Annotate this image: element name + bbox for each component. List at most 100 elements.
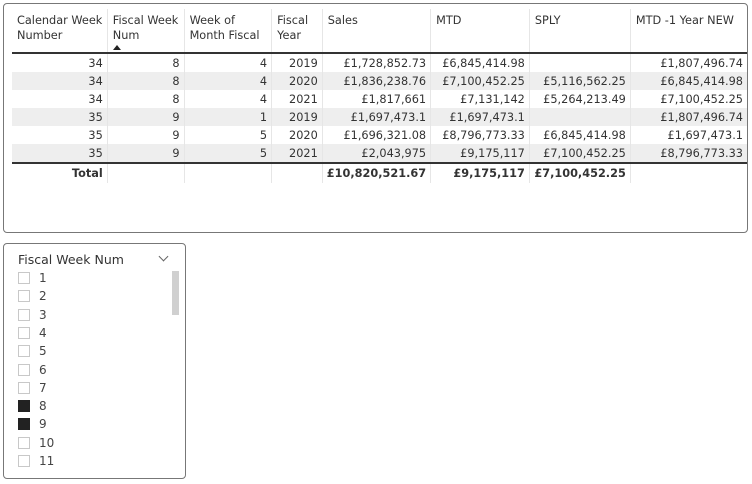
- table-cell: 35: [88, 110, 103, 124]
- slicer-item[interactable]: 5: [18, 342, 47, 360]
- column-header-label: Week of Month Fiscal: [189, 14, 260, 42]
- slicer-item[interactable]: 3: [18, 306, 47, 324]
- checkbox[interactable]: [18, 290, 30, 303]
- checkbox[interactable]: [18, 455, 30, 467]
- table-cell: 5: [183, 144, 272, 163]
- total-cell: £7,100,452.25: [528, 163, 631, 183]
- table-cell: 4: [183, 72, 272, 90]
- slicer-item-label: 3: [39, 307, 47, 322]
- slicer-item-label: 7: [39, 380, 47, 395]
- slicer-item-label: 8: [39, 399, 47, 414]
- table-row: 35 9 5 2021 £2,043,975 £9,175,117 £7,100,452.2…: [12, 144, 747, 163]
- scrollbar[interactable]: [172, 271, 179, 315]
- slicer-item-label: 11: [39, 454, 55, 468]
- table-cell: [528, 108, 631, 126]
- sort-ascending-icon: [112, 45, 121, 50]
- total-cell: £10,820,521.67: [321, 163, 431, 183]
- checkbox[interactable]: [18, 418, 30, 431]
- slicer-item-label: 2: [39, 289, 47, 304]
- table-row: 35 9 5 2020 £1,696,321.08 £8,796,773.33 £6,845…: [12, 126, 747, 144]
- column-header-label: MTD: [436, 14, 462, 27]
- slicer-item[interactable]: 6: [18, 361, 47, 379]
- table-cell: 2019: [271, 108, 323, 126]
- table-cell: £8,796,773.33: [629, 144, 747, 163]
- slicer-item[interactable]: 10: [18, 434, 54, 452]
- table-cell: 8: [106, 72, 185, 90]
- column-header-label: Fiscal Week Num: [112, 14, 179, 42]
- table-cell: 9: [106, 144, 185, 163]
- table-cell: [528, 53, 631, 72]
- table-row: 34 8 4 2019 £1,728,852.73 £6,845,414.98 £1,807…: [12, 53, 747, 72]
- table-cell: 5: [183, 126, 272, 144]
- slicer-item[interactable]: 9: [18, 415, 47, 433]
- table-cell: £7,131,142: [430, 90, 530, 108]
- table-row: 34 8 4 2020 £1,836,238.76 £7,100,452.25 £5,116…: [12, 72, 747, 90]
- checkbox[interactable]: [18, 272, 30, 284]
- slicer-fiscal-week-num: Fiscal Week Num 1 2 3 4 5 6 7 8 9 10 11: [3, 243, 186, 479]
- slicer-item[interactable]: 8: [18, 397, 47, 415]
- table-cell: £5,116,562.25: [528, 72, 631, 90]
- slicer-item-label: 9: [39, 417, 47, 432]
- total-row: Total £10,820,521.67 £9,175,117 £7,100,452.…: [12, 163, 747, 183]
- table-cell: 1: [183, 108, 272, 126]
- table-cell: £1,807,496.74: [629, 108, 747, 126]
- checkbox[interactable]: [18, 345, 30, 358]
- column-header-label: MTD -1 Year NEW: [635, 14, 734, 27]
- table-cell: £7,100,452.25: [430, 72, 530, 90]
- total-cell: [183, 163, 272, 183]
- table-cell: 2019: [271, 53, 323, 72]
- table-cell: 8: [106, 53, 185, 72]
- slicer-item[interactable]: 1: [18, 269, 47, 287]
- table-cell: 34: [88, 56, 103, 70]
- column-header[interactable]: SPLY: [528, 9, 631, 53]
- table-cell: 35: [88, 146, 103, 160]
- column-header[interactable]: Sales: [321, 9, 431, 53]
- checkbox[interactable]: [18, 400, 30, 413]
- column-header[interactable]: MTD: [430, 9, 530, 53]
- table-cell: £6,845,414.98: [528, 126, 631, 144]
- column-header-label: Calendar Week Number: [17, 14, 103, 42]
- checkbox[interactable]: [18, 326, 30, 339]
- checkbox[interactable]: [18, 363, 30, 376]
- slicer-title: Fiscal Week Num: [18, 252, 124, 267]
- slicer-item[interactable]: 2: [18, 287, 47, 305]
- slicer-item[interactable]: 7: [18, 379, 47, 397]
- total-cell: £9,175,117: [430, 163, 530, 183]
- table-cell: 34: [88, 92, 103, 106]
- slicer-item-label: 10: [39, 435, 55, 450]
- table-row: 35 9 1 2019 £1,697,473.1 £1,697,473.1 £1,807,4…: [12, 108, 747, 126]
- table-cell: 8: [106, 90, 185, 108]
- table-cell: £2,043,975: [321, 144, 431, 163]
- slicer-item[interactable]: 4: [18, 324, 47, 342]
- table-cell: 4: [183, 53, 272, 72]
- table-cell: £1,807,496.74: [629, 53, 747, 72]
- column-header[interactable]: Calendar Week Number: [12, 9, 107, 53]
- column-header[interactable]: Fiscal Year: [271, 9, 323, 53]
- slicer-item-label: 4: [39, 325, 47, 340]
- slicer-item-label: 1: [39, 271, 47, 285]
- column-header[interactable]: MTD -1 Year NEW: [629, 9, 747, 53]
- data-table: Calendar Week Number Fiscal Week Num Week …: [12, 9, 747, 183]
- slicer-item-label: 5: [39, 344, 47, 359]
- checkbox[interactable]: [18, 436, 30, 449]
- table-cell: £1,728,852.73: [321, 53, 431, 72]
- column-header[interactable]: Week of Month Fiscal: [183, 9, 272, 53]
- table-cell: £1,697,473.1: [321, 108, 431, 126]
- slicer-item-label: 6: [39, 362, 47, 377]
- total-cell: Total: [71, 167, 103, 180]
- table-cell: £1,697,473.1: [430, 108, 530, 126]
- table-cell: 2021: [271, 144, 323, 163]
- table-cell: 9: [106, 126, 185, 144]
- table-cell: £1,836,238.76: [321, 72, 431, 90]
- total-cell: [106, 163, 185, 183]
- slicer-item[interactable]: 11: [18, 452, 54, 470]
- checkbox[interactable]: [18, 381, 30, 394]
- column-header[interactable]: Fiscal Week Num: [106, 9, 185, 53]
- table-cell: £5,264,213.49: [528, 90, 631, 108]
- table-visual: Calendar Week Number Fiscal Week Num Week …: [3, 3, 748, 233]
- table-cell: £6,845,414.98: [430, 53, 530, 72]
- checkbox[interactable]: [18, 308, 30, 321]
- table-cell: 9: [106, 108, 185, 126]
- table-cell: 2021: [271, 90, 323, 108]
- chevron-down-icon[interactable]: [158, 251, 169, 262]
